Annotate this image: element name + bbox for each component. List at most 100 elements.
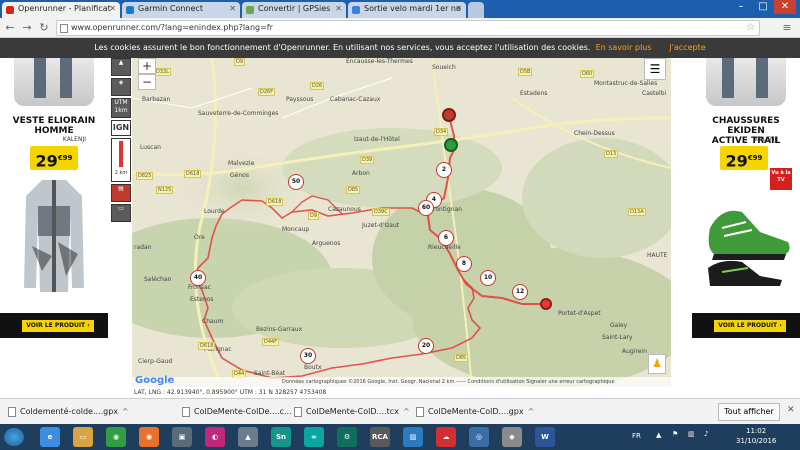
close-tab-icon[interactable]: ✕: [109, 4, 116, 13]
chevron-up-icon[interactable]: ^: [528, 407, 535, 416]
menu-icon[interactable]: ≡: [780, 21, 794, 35]
save-icon[interactable]: ▭: [111, 204, 131, 222]
show-all-downloads-button[interactable]: Tout afficher: [718, 403, 780, 421]
road-tag: D33L: [154, 68, 171, 76]
km-marker[interactable]: 8: [456, 256, 472, 272]
taskbar-app-icon[interactable]: ∞: [304, 427, 324, 447]
place-label: Castelbi: [642, 90, 667, 97]
taskbar-app-icon[interactable]: e: [40, 427, 60, 447]
tab-garmin[interactable]: Garmin Connect ✕: [122, 2, 240, 18]
km-marker[interactable]: 12: [512, 284, 528, 300]
clock-time[interactable]: 11:02: [746, 427, 766, 435]
place-label: Saléchan: [144, 276, 172, 283]
km-marker[interactable]: 2: [436, 162, 452, 178]
chevron-up-icon[interactable]: ^: [122, 407, 129, 416]
download-item[interactable]: ColDeMente-ColD....gpx ^: [414, 403, 534, 421]
tray-chevron-icon[interactable]: ▲: [656, 431, 661, 439]
terrain-layer-icon[interactable]: ▲: [111, 58, 131, 76]
km-marker[interactable]: 30: [300, 348, 316, 364]
map-canvas[interactable]: Encausse-les-Thermes Soueich Barbazan Sa…: [132, 58, 671, 387]
ad-right[interactable]: CHAUSSURES EKIDEN ACTIVE TRAIL KALENJI 2…: [692, 58, 800, 338]
zoom-in-button[interactable]: +: [138, 58, 156, 74]
back-icon[interactable]: ←: [3, 21, 17, 35]
flag-icon[interactable]: ⚑: [672, 430, 678, 438]
waypoint-marker-icon[interactable]: [540, 298, 552, 310]
place-label: Chaum: [202, 318, 224, 325]
price-main: 29: [35, 151, 58, 171]
address-bar[interactable]: www.openrunner.com/?lang=enindex.php?lan…: [56, 20, 760, 36]
layers-icon[interactable]: ☰: [644, 58, 666, 80]
chevron-up-icon[interactable]: ^: [403, 407, 410, 416]
km-marker[interactable]: 10: [480, 270, 496, 286]
close-downloads-icon[interactable]: ✕: [787, 405, 795, 415]
openrunner-favicon-icon: [6, 6, 14, 14]
km-marker[interactable]: 50: [288, 174, 304, 190]
volume-icon[interactable]: ♪: [704, 430, 708, 438]
taskbar-app-icon[interactable]: ▣: [172, 427, 192, 447]
zoom-out-button[interactable]: −: [138, 74, 156, 90]
taskbar-app-icon[interactable]: ⚙: [337, 427, 357, 447]
taskbar-app-icon[interactable]: ▲: [238, 427, 258, 447]
place-label: Portet-d'Aspet: [558, 310, 601, 317]
taskbar-app-icon[interactable]: ◉: [139, 427, 159, 447]
km-marker[interactable]: 60: [418, 200, 434, 216]
minimize-icon[interactable]: –: [730, 0, 752, 14]
price-cents: €99: [57, 154, 73, 162]
download-filename: ColDeMente-ColDe....c...: [194, 407, 292, 416]
ign-layer-button[interactable]: IGN: [111, 120, 131, 136]
km-marker[interactable]: 40: [190, 270, 206, 286]
taskbar-app-icon[interactable]: RCA: [370, 427, 390, 447]
taskbar-app-icon[interactable]: ◆: [502, 427, 522, 447]
close-tab-icon[interactable]: ✕: [229, 4, 236, 13]
tab-sortie-velo[interactable]: Sortie velo mardi 1er no ✕: [348, 2, 466, 18]
network-icon[interactable]: ▥: [688, 430, 695, 438]
utm-grid-button[interactable]: UTM 1km: [111, 98, 131, 118]
tab-openrunner[interactable]: Openrunner - Planificat ✕: [2, 2, 120, 18]
satellite-layer-icon[interactable]: ◈: [111, 78, 131, 96]
browser-toolbar: ← → ↻ www.openrunner.com/?lang=enindex.p…: [0, 18, 800, 38]
language-indicator[interactable]: FR: [632, 432, 641, 440]
place-label: Boutx: [304, 364, 322, 371]
taskbar-app-icon[interactable]: ▨: [403, 427, 423, 447]
km-marker[interactable]: 20: [418, 338, 434, 354]
close-tab-icon[interactable]: ✕: [455, 4, 462, 13]
download-filename: ColDeMente-ColD....gpx: [428, 407, 524, 416]
forward-icon[interactable]: →: [20, 21, 34, 35]
tab-gpsies[interactable]: Convertir | GPSies ✕: [242, 2, 346, 18]
taskbar-app-icon[interactable]: ☁: [436, 427, 456, 447]
new-tab-button[interactable]: [468, 2, 484, 18]
km-marker[interactable]: 6: [438, 230, 454, 246]
taskbar-app-icon[interactable]: Sn: [271, 427, 291, 447]
street-view-pegman-icon[interactable]: ♟: [648, 354, 666, 374]
download-item[interactable]: ColDeMente-ColD....tcx ^: [292, 403, 410, 421]
taskbar-app-icon[interactable]: ◉: [106, 427, 126, 447]
taskbar-app-icon[interactable]: ◐: [205, 427, 225, 447]
close-window-icon[interactable]: ✕: [774, 0, 796, 14]
reload-icon[interactable]: ↻: [37, 21, 51, 35]
start-marker-icon[interactable]: [444, 138, 458, 152]
road-tag: D618: [198, 342, 216, 350]
end-marker-icon[interactable]: [442, 108, 456, 122]
download-item[interactable]: Coldementé-colde....gpx ^: [6, 403, 176, 421]
place-label: Galey: [610, 322, 628, 329]
road-tag: N125: [156, 186, 174, 194]
start-button[interactable]: [4, 428, 24, 446]
ad-title-line1: CHAUSSURES EKIDEN: [712, 116, 780, 136]
scale-slider[interactable]: 2 km: [111, 138, 131, 182]
ad-right-cta-button[interactable]: VOIR LE PRODUIT: [714, 320, 786, 332]
download-filename: Coldementé-colde....gpx: [20, 407, 119, 416]
bookmark-star-icon[interactable]: ☆: [746, 22, 755, 33]
ad-left-cta-button[interactable]: VOIR LE PRODUIT: [22, 320, 94, 332]
taskbar-app-icon[interactable]: ▭: [73, 427, 93, 447]
clock-date[interactable]: 31/10/2016: [736, 437, 776, 445]
maximize-icon[interactable]: □: [752, 0, 774, 14]
taskbar-app-icon[interactable]: ◎: [469, 427, 489, 447]
tab-title: Openrunner - Planificat: [18, 4, 111, 13]
ad-left[interactable]: VESTE ELIORAIN HOMME KALENJI 29€99 VOIR …: [0, 58, 108, 338]
cookie-more-link[interactable]: En savoir plus: [596, 43, 652, 52]
file-icon: [182, 407, 190, 417]
print-icon[interactable]: ▤: [111, 184, 131, 202]
cookie-accept-link[interactable]: J'accepte: [669, 43, 705, 52]
taskbar-app-icon[interactable]: W: [535, 427, 555, 447]
close-tab-icon[interactable]: ✕: [335, 4, 342, 13]
